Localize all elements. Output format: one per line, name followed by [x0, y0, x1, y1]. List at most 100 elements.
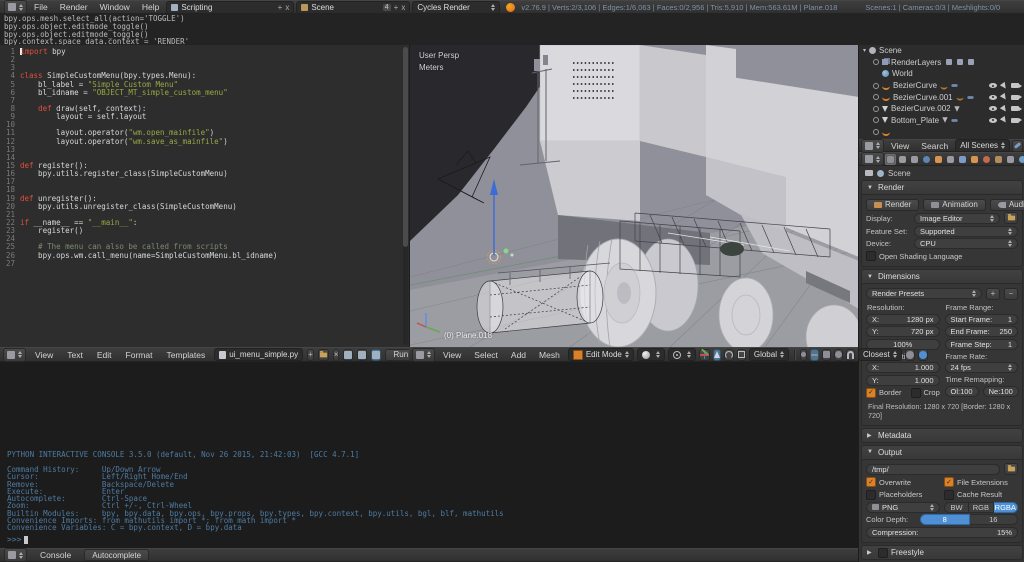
- texteditor-editor-type-button[interactable]: [3, 347, 26, 362]
- remap-old-field[interactable]: Ol: 100: [944, 385, 979, 397]
- menu-render[interactable]: Render: [55, 2, 93, 12]
- mode-selector[interactable]: Edit Mode: [567, 348, 634, 361]
- outliner-item[interactable]: BezierCurve.001: [859, 91, 1024, 103]
- frame-step-field[interactable]: Frame Step: 1: [944, 338, 1018, 350]
- tab-render[interactable]: [885, 153, 896, 165]
- section-output-header[interactable]: ▼ Output: [861, 444, 1023, 460]
- vp-menu-mesh[interactable]: Mesh: [534, 350, 565, 360]
- renderlayer-extra-icon[interactable]: [968, 59, 975, 66]
- tab-modifiers[interactable]: [957, 154, 968, 165]
- audio-button[interactable]: Audio: [989, 198, 1024, 211]
- properties-editor-type-button[interactable]: [861, 152, 884, 166]
- section-render-header[interactable]: ▼ Render: [861, 180, 1023, 195]
- scene-add-button[interactable]: +: [394, 3, 399, 12]
- outliner-editor-type-button[interactable]: [861, 138, 884, 153]
- expand-dot-icon[interactable]: [873, 105, 879, 112]
- code-line[interactable]: 17: [0, 178, 409, 186]
- depth-16-button[interactable]: 16: [969, 514, 1018, 525]
- device-dropdown[interactable]: CPU: [914, 238, 1018, 249]
- tab-world[interactable]: [921, 154, 932, 165]
- aspect-y-field[interactable]: Y: 1.000: [866, 374, 940, 386]
- output-path-field[interactable]: /tmp/: [866, 463, 1000, 475]
- camera-icon[interactable]: [1011, 117, 1022, 123]
- layout-add-button[interactable]: +: [278, 3, 283, 12]
- snap-toggle-button[interactable]: [845, 348, 855, 361]
- text-editor-scrollbar[interactable]: [403, 47, 408, 345]
- tab-physics[interactable]: [1017, 154, 1024, 165]
- resolution-y-field[interactable]: Y: 720 px: [866, 326, 940, 337]
- file-format-dropdown[interactable]: PNG: [866, 501, 940, 513]
- translate-manipulator-button[interactable]: [712, 348, 721, 361]
- section-checkbox[interactable]: [878, 547, 888, 558]
- feature-set-dropdown[interactable]: Supported: [914, 225, 1018, 237]
- code-line[interactable]: 13: [0, 145, 409, 154]
- cursor-icon[interactable]: [999, 92, 1009, 102]
- animation-button[interactable]: Animation: [923, 198, 986, 211]
- expand-dot-icon[interactable]: [873, 82, 879, 89]
- preset-remove-button[interactable]: −: [1004, 287, 1018, 300]
- scene-selector[interactable]: Scene 4 + x: [296, 0, 411, 14]
- expand-dot-icon[interactable]: [873, 128, 879, 135]
- resolution-x-field[interactable]: X: 1280 px: [866, 313, 940, 325]
- render-presets-dropdown[interactable]: Render Presets: [866, 288, 982, 299]
- renderlayer-extra-icon[interactable]: [946, 59, 953, 66]
- outliner-item[interactable]: [859, 126, 1024, 138]
- outliner[interactable]: ▾ Scene RenderLayers World BezierCurve Bezier…: [859, 45, 1024, 139]
- renderlayer-extra-icon[interactable]: [957, 59, 964, 66]
- expand-dot-icon[interactable]: [873, 117, 879, 124]
- file-extensions-checkbox[interactable]: ✓: [944, 477, 954, 487]
- outliner-scope-selector[interactable]: All Scenes: [955, 139, 1011, 152]
- text-datablock-selector[interactable]: ui_menu_simple.py: [214, 348, 304, 361]
- outliner-item[interactable]: BezierCurve.002: [859, 103, 1024, 115]
- code-line[interactable]: 26 bpy.ops.wm.call_menu(name=SimpleCusto…: [0, 251, 409, 260]
- eye-icon[interactable]: [989, 117, 997, 123]
- tab-data[interactable]: [969, 154, 980, 165]
- menu-help[interactable]: Help: [137, 2, 164, 12]
- properties-panel[interactable]: Scene ▼ Render Render Animation Audio Dis…: [859, 166, 1024, 562]
- tab-object[interactable]: [933, 154, 944, 165]
- render-button[interactable]: Render: [866, 198, 920, 211]
- remap-new-field[interactable]: Ne: 100: [982, 385, 1019, 397]
- outliner-item[interactable]: World: [859, 68, 1024, 80]
- output-browse-button[interactable]: [1004, 463, 1018, 475]
- tab-texture[interactable]: [993, 154, 1004, 165]
- preset-add-button[interactable]: +: [986, 287, 1000, 300]
- opengl-render-anim-button[interactable]: [917, 348, 928, 361]
- outliner-filter-button[interactable]: [1012, 139, 1023, 152]
- cursor-icon[interactable]: [999, 81, 1009, 90]
- orientation-selector[interactable]: Global: [748, 348, 789, 361]
- tab-material[interactable]: [981, 154, 992, 165]
- line-numbers-toggle[interactable]: [343, 348, 354, 361]
- manipulator-toggle[interactable]: [698, 348, 710, 361]
- cache-result-checkbox[interactable]: [944, 489, 954, 500]
- text-menu-edit[interactable]: Edit: [92, 350, 117, 360]
- code-line[interactable]: 27: [0, 259, 409, 268]
- channel-rgb-button[interactable]: RGB: [969, 501, 994, 513]
- tab-constraints[interactable]: [945, 154, 956, 165]
- text-unlink-button[interactable]: ×: [332, 348, 340, 361]
- pin-icon[interactable]: [865, 170, 873, 176]
- viewport-editor-type-button[interactable]: [412, 347, 435, 362]
- tab-scene[interactable]: [909, 154, 920, 165]
- text-menu-view[interactable]: View: [30, 350, 58, 360]
- python-console[interactable]: PYTHON INTERACTIVE CONSOLE 3.5.0 (defaul…: [0, 362, 858, 548]
- screen-layout-selector[interactable]: Scripting + x: [166, 0, 295, 14]
- scene-users-badge[interactable]: 4: [382, 3, 391, 11]
- outliner-item[interactable]: Bottom_Plate: [859, 115, 1024, 127]
- code-area[interactable]: 1 import bpy 2 3 4 class SimpleCustomMenu(bpy…: [0, 45, 409, 268]
- vertex-select-button[interactable]: [799, 348, 807, 361]
- text-new-button[interactable]: +: [307, 348, 314, 361]
- scrollbar-thumb[interactable]: [403, 47, 408, 247]
- occlude-geometry-button[interactable]: [833, 348, 843, 361]
- pivot-point-selector[interactable]: [667, 348, 696, 361]
- tab-particles[interactable]: [1005, 154, 1016, 165]
- code-line[interactable]: 6 bl_idname = "OBJECT_MT_simple_custom_m…: [0, 88, 409, 97]
- placeholders-checkbox[interactable]: [866, 489, 876, 500]
- rotate-manipulator-button[interactable]: [723, 348, 734, 361]
- console-editor-type-button[interactable]: [4, 548, 27, 562]
- eye-icon[interactable]: [989, 83, 997, 89]
- tab-render-layers[interactable]: [897, 154, 908, 165]
- frame-rate-dropdown[interactable]: 24 fps: [944, 362, 1018, 373]
- vp-menu-view[interactable]: View: [438, 350, 466, 360]
- eye-icon[interactable]: [989, 106, 997, 112]
